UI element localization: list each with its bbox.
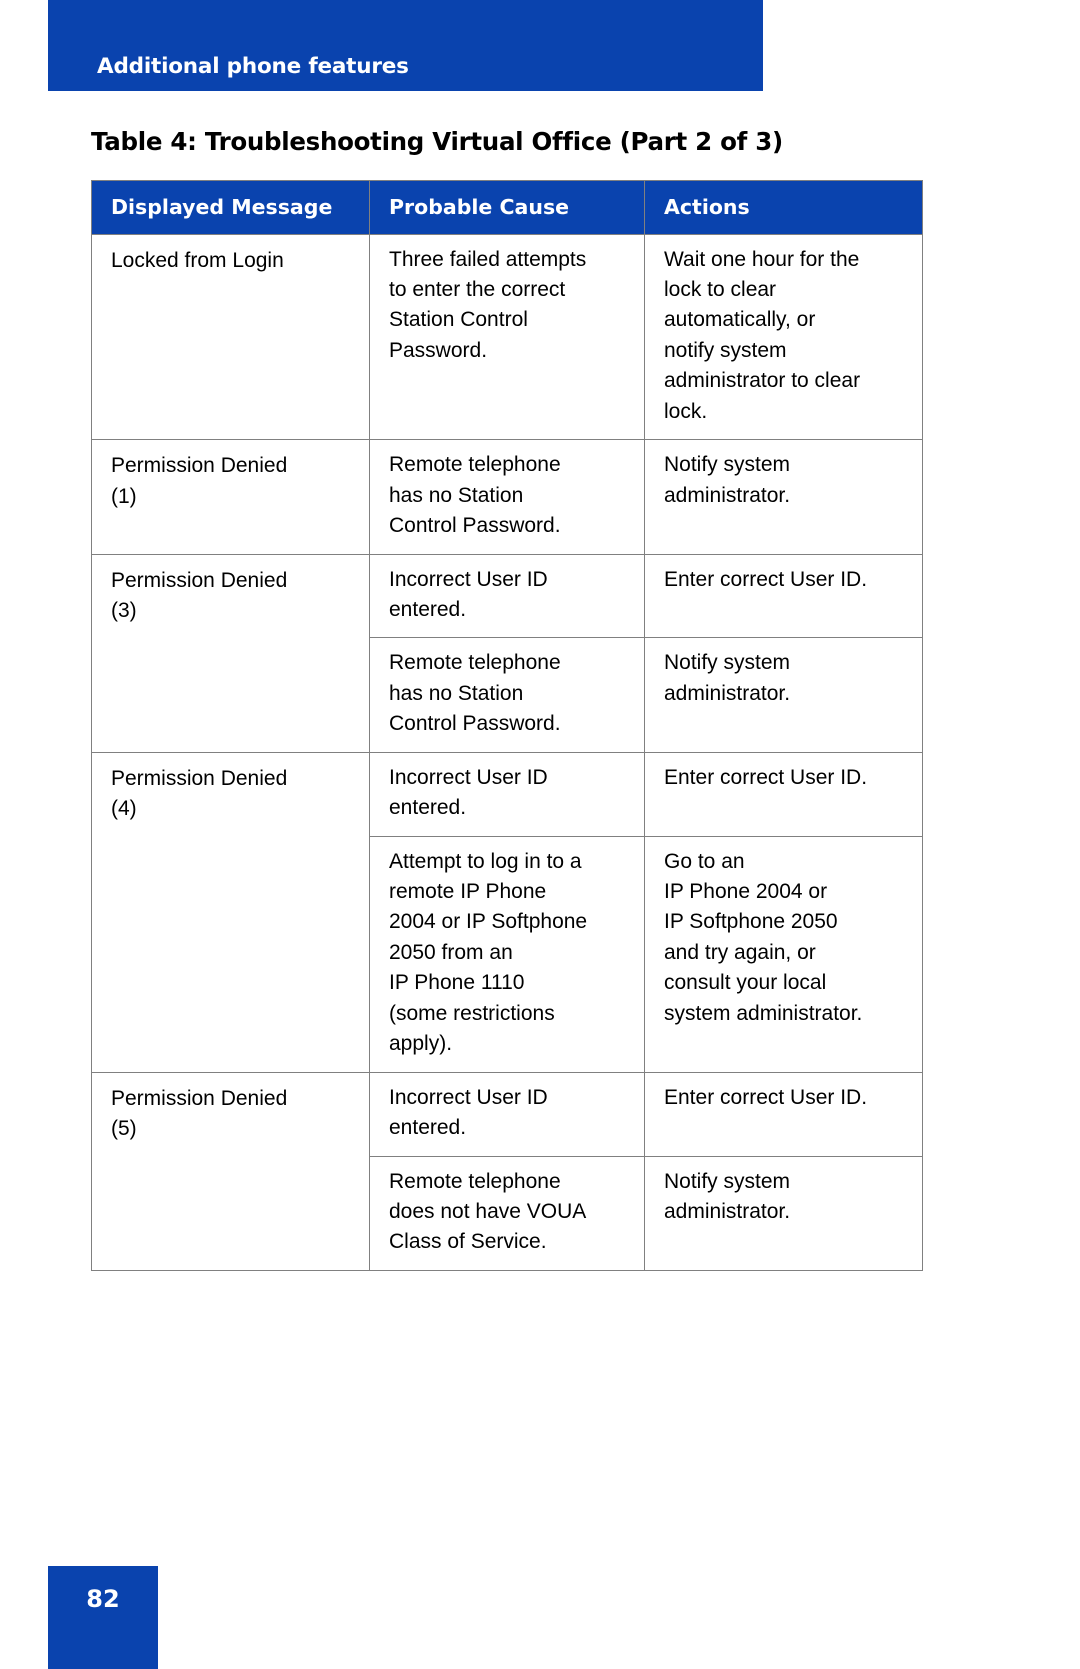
page-number-box: 82 [48,1566,158,1669]
cell-line: IP Softphone 2050 [664,910,838,934]
cell-line: administrator to clear [664,369,861,393]
cell-displayed-message: Locked from Login [91,233,370,441]
column-header-displayed-message: Displayed Message [91,180,370,235]
cell-probable-cause: Incorrect User ID entered. [369,1071,645,1157]
cell-line: automatically, or [664,308,816,332]
cell-line: Incorrect User ID [389,765,548,789]
cell-actions: Wait one hour for the lock to clear automa… [644,233,923,441]
cell-line: to enter the correct [389,278,566,302]
cell-line: 2004 or IP Softphone [389,910,588,934]
cell-line: IP Phone 2004 or [664,880,828,904]
cell-line: administrator. [664,681,791,705]
cell-displayed-message: Permission Denied (4) [91,751,370,1073]
cell-actions: Notify system administrator. [644,1155,923,1271]
cell-probable-cause: Three failed attempts to enter the correc… [369,233,645,441]
cell-actions: Enter correct User ID. [644,751,923,837]
cell-line: Station Control [389,308,528,332]
table-caption: Table 4: Troubleshooting Virtual Office … [91,127,783,156]
cell-line: Notify system [664,651,791,675]
cell-line: (3) [111,598,137,622]
table-body: Locked from Login Three failed attempts to… [91,233,923,1271]
cell-line: Enter correct User ID. [664,1085,868,1109]
cell-probable-cause: Remote telephone has no Station Control Pa… [369,439,645,555]
cell-line: Three failed attempts [389,247,587,271]
cell-actions: Notify system administrator. [644,439,923,555]
cell-line: Wait one hour for the [664,247,860,271]
cell-displayed-message: Permission Denied (1) [91,439,370,555]
cell-line: and try again, or [664,940,816,964]
cell-line: Remote telephone [389,651,561,675]
column-header-probable-cause: Probable Cause [369,180,645,235]
cell-actions: Enter correct User ID. [644,553,923,639]
cell-line: Go to an [664,849,745,873]
cell-line: administrator. [664,1199,791,1223]
table-row: Permission Denied (1) Remote telephone has … [91,439,923,555]
cell-actions: Notify system administrator. [644,637,923,753]
troubleshooting-table: Displayed Message Probable Cause Actions… [91,180,923,1271]
cell-line: Incorrect User ID [389,1085,548,1109]
cell-line: Notify system [664,453,791,477]
cell-line: Locked from Login [111,248,284,272]
cell-line: consult your local [664,971,827,995]
page-header-banner: Additional phone features [48,0,763,91]
cell-line: IP Phone 1110 [389,971,525,995]
cell-line: Permission Denied [111,454,288,478]
cell-displayed-message: Permission Denied (3) [91,553,370,753]
cell-line: system administrator. [664,1001,863,1025]
cell-line: lock to clear [664,278,777,302]
cell-line: Permission Denied [111,766,288,790]
cell-line: Control Password. [389,514,561,538]
cell-line: entered. [389,1116,467,1140]
cell-line: (4) [111,797,137,821]
column-header-actions: Actions [644,180,923,235]
cell-line: (some restrictions [389,1001,555,1025]
cell-line: entered. [389,796,467,820]
cell-line: notify system [664,338,787,362]
cell-line: Incorrect User ID [389,567,548,591]
table-row: Permission Denied (3) Incorrect User ID ent… [91,553,923,753]
cell-line: Permission Denied [111,1086,288,1110]
cell-line: Notify system [664,1169,791,1193]
cell-line: Password. [389,338,488,362]
cell-line: apply). [389,1032,453,1056]
cell-line: has no Station [389,483,524,507]
cell-line: administrator. [664,483,791,507]
cell-line: Attempt to log in to a [389,849,582,873]
cell-line: Remote telephone [389,1169,561,1193]
cell-probable-cause: Incorrect User ID entered. [369,553,645,639]
cell-probable-cause: Attempt to log in to a remote IP Phone 200… [369,835,645,1073]
table-row: Locked from Login Three failed attempts to… [91,233,923,441]
cell-line: Enter correct User ID. [664,765,868,789]
cell-line: (5) [111,1117,137,1141]
cell-actions: Enter correct User ID. [644,1071,923,1157]
cell-line: has no Station [389,681,524,705]
page-number: 82 [86,1585,120,1613]
table-row: Permission Denied (5) Incorrect User ID ent… [91,1071,923,1271]
cell-probable-cause: Remote telephone does not have VOUA Class … [369,1155,645,1271]
cell-line: Remote telephone [389,453,561,477]
cell-line: Permission Denied [111,568,288,592]
cell-line: (1) [111,484,137,508]
cell-line: Control Password. [389,712,561,736]
table-head: Displayed Message Probable Cause Actions [91,180,923,235]
table-header-row: Displayed Message Probable Cause Actions [91,180,923,235]
cell-line: Enter correct User ID. [664,567,868,591]
cell-displayed-message: Permission Denied (5) [91,1071,370,1271]
page-header-title: Additional phone features [97,54,409,79]
cell-line: remote IP Phone [389,880,547,904]
cell-probable-cause: Incorrect User ID entered. [369,751,645,837]
cell-line: lock. [664,399,708,423]
cell-line: 2050 from an [389,940,513,964]
cell-line: does not have VOUA [389,1199,587,1223]
cell-line: Class of Service. [389,1230,547,1254]
cell-line: entered. [389,597,467,621]
cell-actions: Go to an IP Phone 2004 or IP Softphone 205… [644,835,923,1073]
cell-probable-cause: Remote telephone has no Station Control Pa… [369,637,645,753]
table-row: Permission Denied (4) Incorrect User ID ent… [91,751,923,1073]
